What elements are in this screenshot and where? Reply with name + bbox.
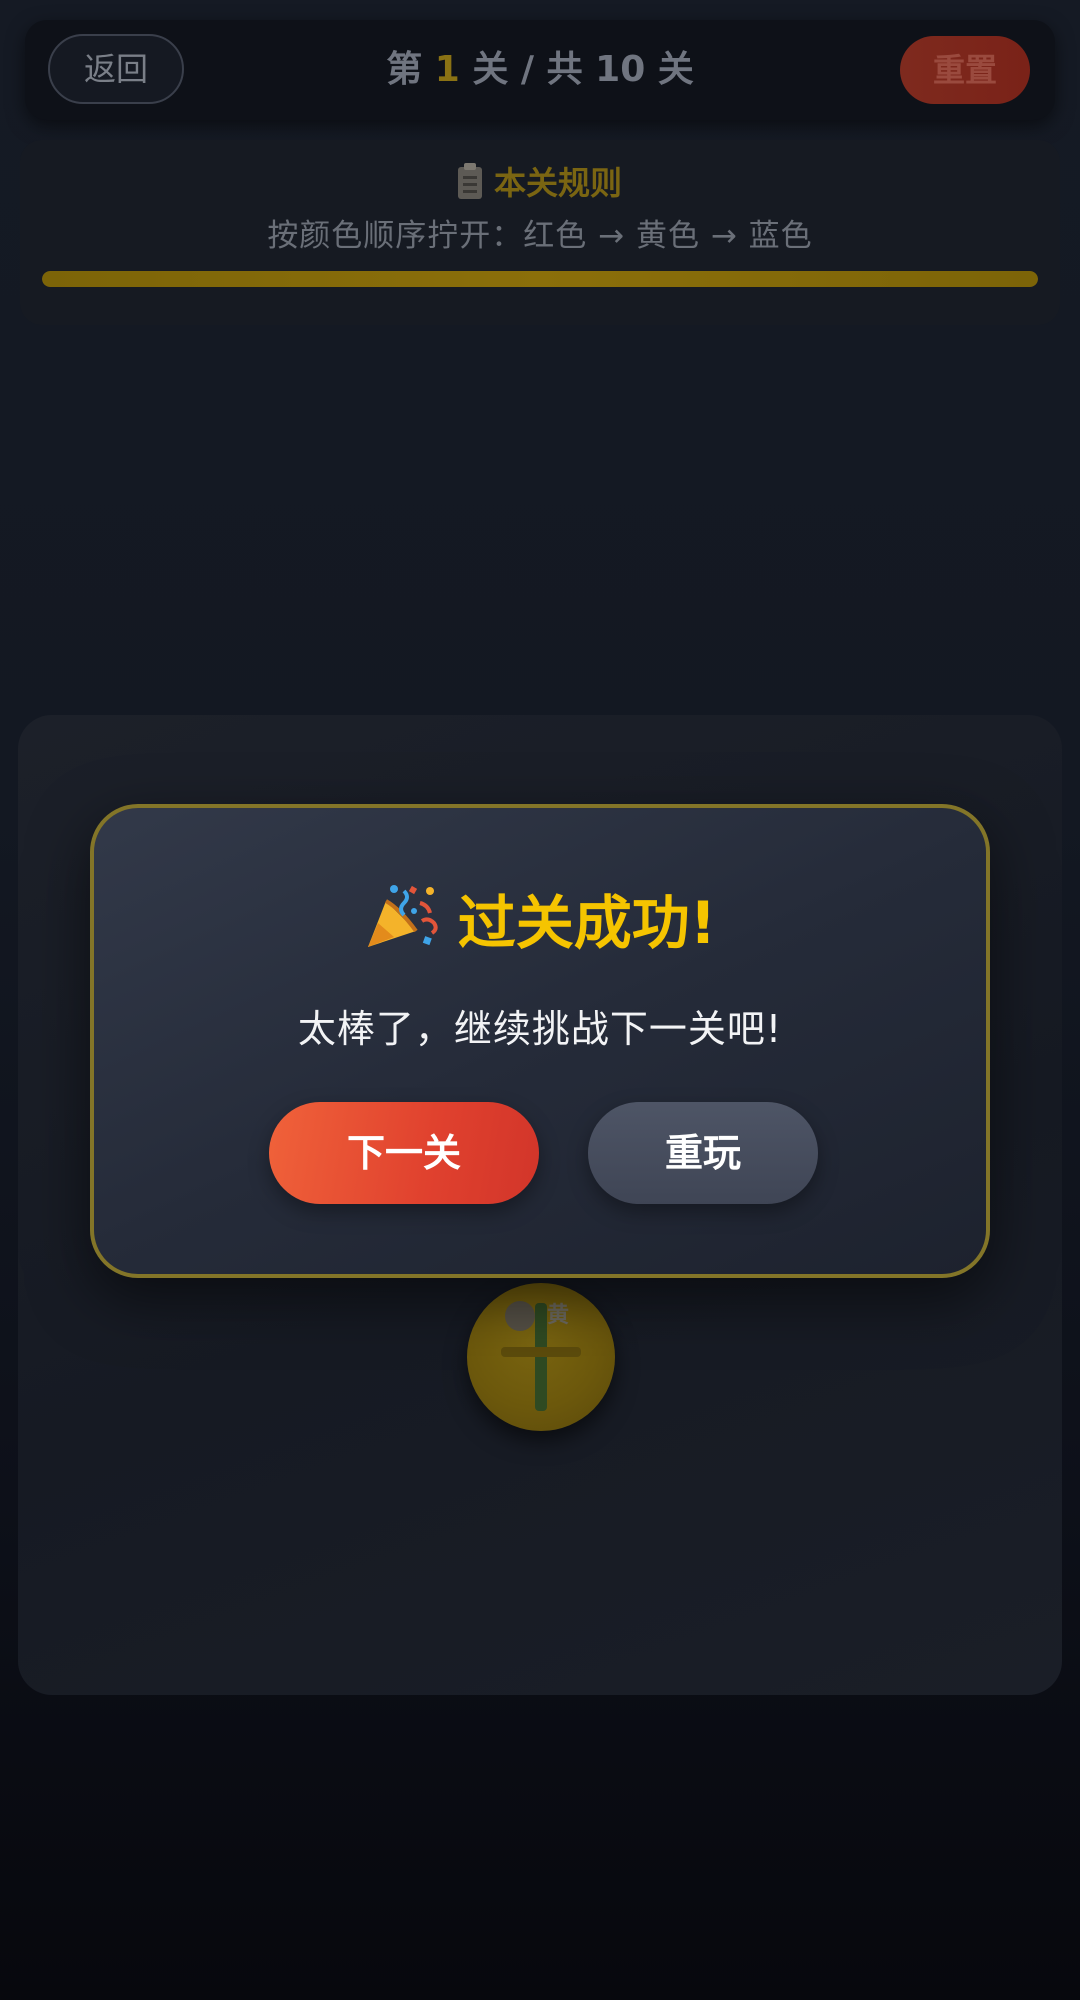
- back-button[interactable]: 返回: [48, 34, 184, 104]
- level-complete-dialog: 过关成功! 太棒了，继续挑战下一关吧! 下一关 重玩: [90, 804, 990, 1278]
- screw-slot-cross: [501, 1347, 581, 1357]
- rules-text: 按颜色顺序拧开：红色 → 黄色 → 蓝色: [267, 218, 813, 254]
- rules-title: 本关规则: [493, 164, 622, 202]
- progress-bar: [42, 271, 1038, 287]
- replay-button[interactable]: 重玩: [588, 1102, 818, 1204]
- screw-yellow[interactable]: 黄: [467, 1283, 615, 1431]
- rules-card: 本关规则 按颜色顺序拧开：红色 → 黄色 → 蓝色: [20, 140, 1060, 325]
- screw-color-label: 黄: [547, 1303, 570, 1328]
- reset-button[interactable]: 重置: [900, 36, 1030, 104]
- screw-slot: [535, 1303, 547, 1411]
- screw-marker: [505, 1301, 535, 1331]
- next-level-button[interactable]: 下一关: [269, 1102, 539, 1204]
- current-level: 1: [434, 49, 460, 90]
- dialog-message: 太棒了，继续挑战下一关吧!: [297, 1007, 783, 1051]
- progress-fill: [42, 271, 1038, 287]
- party-popper-icon: [364, 881, 440, 951]
- game-screen: 返回 第 1 关 / 共 10 关 重置 本关规则 按颜色顺序拧开：红色 → 黄…: [0, 0, 1080, 2000]
- level-suffix: 关 / 共 10 关: [472, 49, 694, 90]
- level-indicator: 第 1 关 / 共 10 关: [325, 20, 755, 120]
- top-bar: 返回 第 1 关 / 共 10 关 重置: [25, 20, 1055, 120]
- dialog-title: 过关成功!: [94, 876, 986, 960]
- clipboard-icon: [457, 163, 482, 199]
- level-prefix: 第: [386, 49, 423, 90]
- dialog-title-text: 过关成功!: [457, 889, 717, 957]
- rules-header: 本关规则: [20, 158, 1060, 204]
